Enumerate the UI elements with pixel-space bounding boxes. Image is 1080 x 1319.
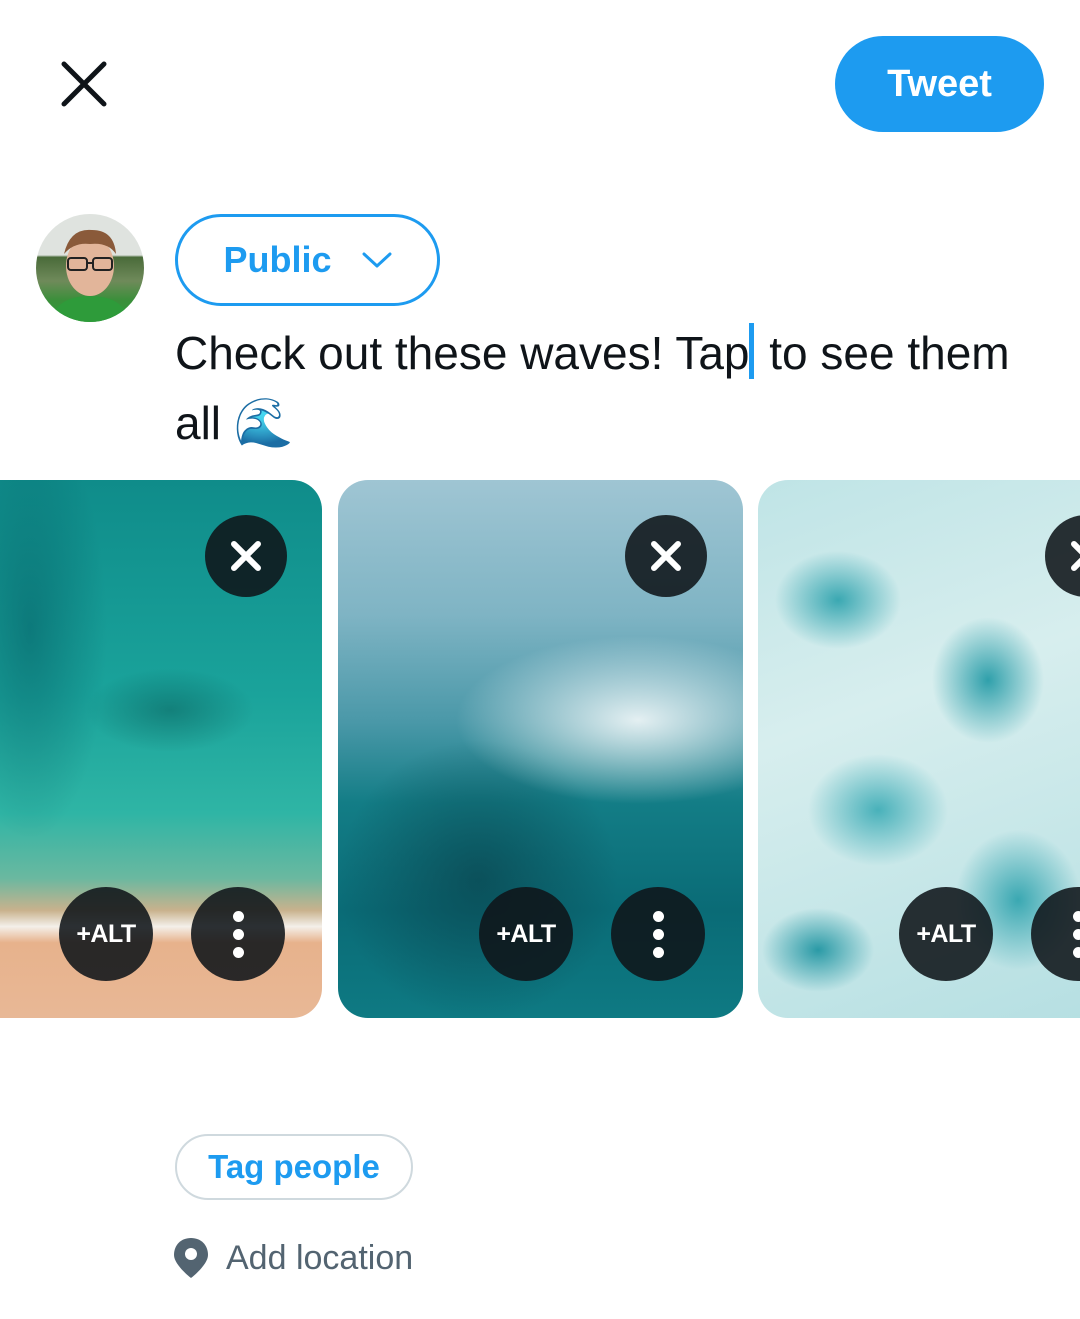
media-more-button[interactable] (1031, 887, 1080, 981)
close-icon (61, 61, 107, 107)
add-alt-text-button[interactable]: +ALT (899, 887, 993, 981)
more-vertical-icon (232, 910, 244, 958)
chevron-down-icon (362, 252, 392, 268)
add-location-button[interactable]: Add location (172, 1232, 413, 1284)
close-icon (651, 541, 681, 571)
tag-people-button[interactable]: Tag people (175, 1134, 413, 1200)
media-card[interactable]: +ALT (0, 480, 322, 1018)
close-button[interactable] (52, 52, 116, 116)
wave-emoji: 🌊 (233, 395, 294, 451)
media-card[interactable]: +ALT (758, 480, 1080, 1018)
media-carousel[interactable]: +ALT +ALT +ALT (0, 480, 1080, 1020)
avatar[interactable] (36, 214, 144, 322)
tweet-text-before-caret: Check out these waves! Tap (175, 327, 750, 379)
avatar-photo (50, 229, 130, 322)
close-icon (231, 541, 261, 571)
add-alt-text-button[interactable]: +ALT (59, 887, 153, 981)
text-caret (749, 323, 755, 379)
remove-media-button[interactable] (205, 515, 287, 597)
close-icon (1071, 541, 1080, 571)
remove-media-button[interactable] (1045, 515, 1080, 597)
add-alt-text-button[interactable]: +ALT (479, 887, 573, 981)
remove-media-button[interactable] (625, 515, 707, 597)
media-more-button[interactable] (611, 887, 705, 981)
tweet-button[interactable]: Tweet (835, 36, 1044, 132)
location-pin-icon (174, 1238, 208, 1278)
media-card[interactable]: +ALT (338, 480, 743, 1018)
more-vertical-icon (652, 910, 664, 958)
audience-label: Public (223, 239, 332, 280)
tweet-text-input[interactable]: Check out these waves! Tap to see them a… (175, 318, 1035, 458)
add-location-label: Add location (226, 1238, 414, 1277)
audience-selector[interactable]: Public (175, 214, 440, 306)
media-more-button[interactable] (191, 887, 285, 981)
more-vertical-icon (1072, 910, 1080, 958)
